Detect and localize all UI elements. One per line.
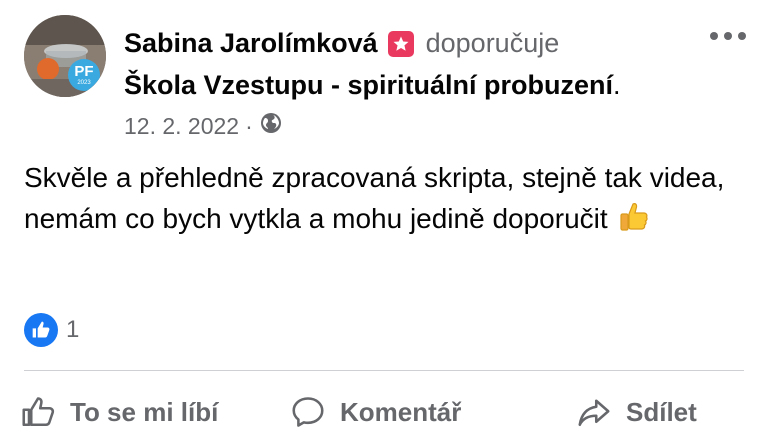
page-name-link[interactable]: Škola Vzestupu - spirituální probuzení bbox=[124, 70, 613, 100]
recommend-verb: doporučuje bbox=[425, 28, 560, 58]
comment-button[interactable]: Komentář bbox=[290, 392, 461, 432]
post-meta: 12. 2. 2022 · bbox=[124, 111, 283, 141]
more-options-icon[interactable] bbox=[708, 26, 748, 46]
thumbs-up-icon bbox=[22, 397, 55, 427]
avatar-badge-text: PF bbox=[74, 63, 94, 80]
share-icon bbox=[578, 399, 610, 427]
post-date[interactable]: 12. 2. 2022 bbox=[124, 113, 239, 140]
comment-label: Komentář bbox=[340, 396, 462, 427]
page-name-suffix: . bbox=[613, 70, 621, 100]
thumbs-up-emoji-icon bbox=[616, 200, 650, 245]
recommend-icon bbox=[387, 30, 414, 57]
like-button[interactable]: To se mi líbí bbox=[20, 392, 218, 432]
meta-separator: · bbox=[245, 112, 253, 139]
reaction-count: 1 bbox=[66, 316, 80, 343]
like-icon bbox=[24, 313, 58, 347]
avatar-badge-year: 2023 bbox=[77, 80, 91, 86]
divider bbox=[24, 370, 744, 371]
avatar-badge: PF 2023 bbox=[68, 59, 100, 91]
globe-icon[interactable] bbox=[259, 111, 283, 141]
like-label: To se mi líbí bbox=[70, 396, 219, 427]
avatar[interactable]: PF 2023 bbox=[24, 15, 106, 97]
comment-icon bbox=[292, 397, 324, 427]
share-button[interactable]: Sdílet bbox=[576, 392, 697, 432]
post-header: Sabina Jarolímková doporučuje bbox=[124, 28, 559, 59]
post-body: Skvěle a přehledně zpracovaná skripta, s… bbox=[24, 157, 744, 245]
review-post: PF 2023 Sabina Jarolímková doporučuje Šk… bbox=[0, 0, 768, 446]
author-name[interactable]: Sabina Jarolímková bbox=[124, 28, 378, 59]
reactions-summary[interactable]: 1 bbox=[24, 313, 79, 347]
recommended-page: Škola Vzestupu - spirituální probuzení. bbox=[124, 70, 621, 101]
share-label: Sdílet bbox=[626, 396, 697, 427]
